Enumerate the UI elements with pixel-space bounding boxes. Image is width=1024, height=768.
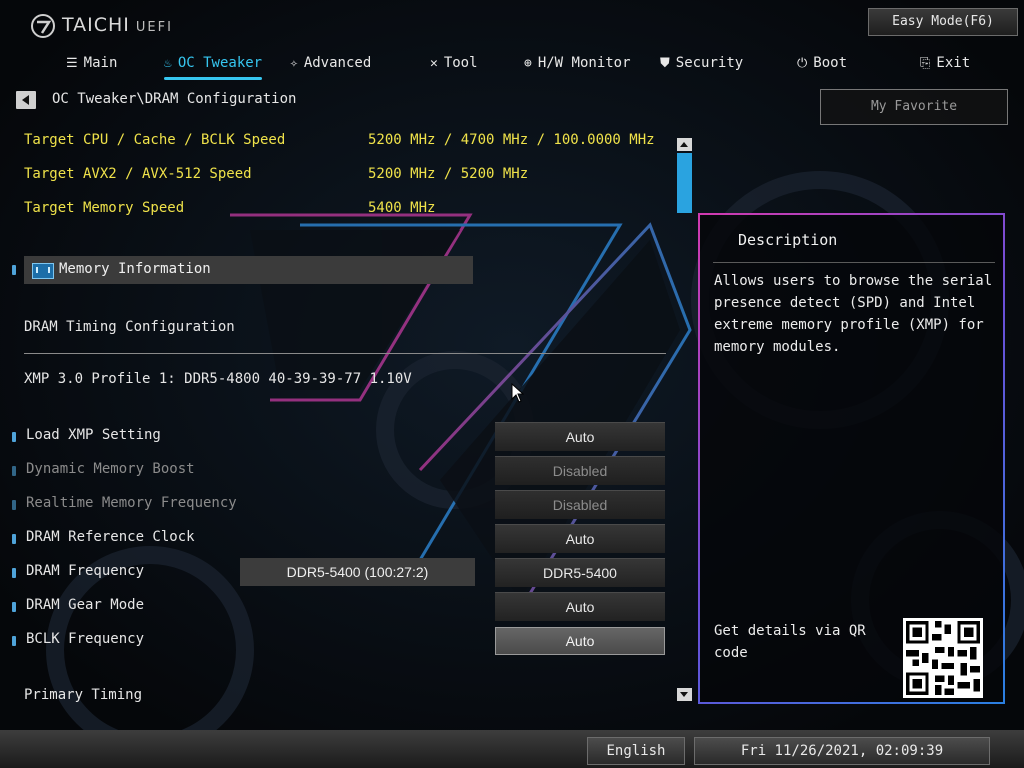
list-icon: ☰ bbox=[66, 55, 78, 71]
target-avx-value: 5200 MHz / 5200 MHz bbox=[368, 166, 529, 182]
item-bullet bbox=[12, 568, 16, 578]
item-bullet bbox=[12, 500, 16, 510]
tab-security[interactable]: ⛊ Security bbox=[660, 51, 743, 75]
tab-tool[interactable]: ✕ Tool bbox=[430, 51, 478, 75]
monitor-icon: ⊕ bbox=[524, 55, 532, 71]
memory-module-icon bbox=[32, 263, 54, 279]
shield-icon: ⛊ bbox=[660, 55, 670, 71]
target-memory-value: 5400 MHz bbox=[368, 200, 436, 216]
dram-timing-title: DRAM Timing Configuration bbox=[24, 319, 235, 335]
dynamic-memory-boost-label: Dynamic Memory Boost bbox=[26, 461, 195, 477]
scroll-up-arrow-icon[interactable] bbox=[677, 138, 692, 151]
bclk-frequency-dropdown[interactable]: Auto bbox=[495, 627, 665, 655]
primary-timing-header[interactable]: Primary Timing bbox=[24, 687, 142, 703]
dram-reference-clock-label: DRAM Reference Clock bbox=[26, 529, 195, 545]
power-icon: ⏻ bbox=[797, 55, 808, 71]
dram-reference-clock-dropdown[interactable]: Auto bbox=[495, 524, 665, 553]
star-icon: ✧ bbox=[290, 55, 298, 71]
dram-frequency-dropdown[interactable]: DDR5-5400 bbox=[495, 558, 665, 587]
item-bullet bbox=[12, 602, 16, 612]
mouse-cursor-icon bbox=[511, 383, 525, 403]
tab-oc-tweaker[interactable]: ♨ OC Tweaker bbox=[164, 51, 263, 80]
load-xmp-label: Load XMP Setting bbox=[26, 427, 161, 443]
qr-code-icon bbox=[903, 618, 983, 698]
brand-logo: TAICHI UEFI bbox=[62, 14, 173, 36]
easy-mode-button[interactable]: Easy Mode(F6) bbox=[868, 8, 1018, 36]
tab-oc-tweaker-label: OC Tweaker bbox=[177, 55, 263, 71]
target-cpu-label: Target CPU / Cache / BCLK Speed bbox=[24, 132, 286, 148]
memory-information-item[interactable]: Memory Information bbox=[24, 256, 473, 284]
qr-caption: Get details via QR code bbox=[714, 623, 866, 661]
tab-exit[interactable]: ⎘ Exit bbox=[920, 51, 970, 75]
language-button[interactable]: English bbox=[587, 737, 685, 765]
flame-icon: ♨ bbox=[164, 55, 172, 71]
bclk-frequency-label: BCLK Frequency bbox=[26, 631, 145, 647]
target-cpu-value: 5200 MHz / 4700 MHz / 100.0000 MHz bbox=[368, 132, 655, 148]
xmp-profile-text: XMP 3.0 Profile 1: DDR5-4800 40-39-39-77… bbox=[24, 371, 412, 387]
tools-icon: ✕ bbox=[430, 55, 438, 71]
divider bbox=[24, 353, 666, 354]
item-bullet bbox=[12, 636, 16, 646]
datetime-display[interactable]: Fri 11/26/2021, 02:09:39 bbox=[694, 737, 990, 765]
target-avx-label: Target AVX2 / AVX-512 Speed bbox=[24, 166, 252, 182]
scroll-down-arrow-icon[interactable] bbox=[677, 688, 692, 701]
exit-icon: ⎘ bbox=[920, 55, 931, 71]
memory-information-label: Memory Information bbox=[59, 261, 211, 277]
dram-gear-mode-dropdown[interactable]: Auto bbox=[495, 592, 665, 621]
taichi-logo-icon bbox=[31, 14, 55, 38]
my-favorite-button[interactable]: My Favorite bbox=[820, 89, 1008, 125]
load-xmp-dropdown[interactable]: Auto bbox=[495, 422, 665, 451]
tab-hw-monitor[interactable]: ⊕ H/W Monitor bbox=[524, 51, 631, 75]
item-bullet bbox=[12, 265, 16, 275]
tab-main[interactable]: ☰ Main bbox=[66, 51, 117, 75]
dram-frequency-current: DDR5-5400 (100:27:2) bbox=[240, 558, 475, 586]
item-bullet bbox=[12, 534, 16, 544]
back-button[interactable] bbox=[16, 91, 36, 109]
realtime-memory-frequency-dropdown[interactable]: Disabled bbox=[495, 490, 665, 519]
tab-advanced-label: Advanced bbox=[303, 55, 372, 71]
tab-tool-label: Tool bbox=[443, 55, 478, 71]
tab-main-label: Main bbox=[83, 55, 118, 71]
brand-name: TAICHI bbox=[62, 14, 130, 36]
description-divider bbox=[713, 262, 995, 263]
breadcrumb: OC Tweaker\DRAM Configuration bbox=[52, 91, 297, 107]
tab-advanced[interactable]: ✧ Advanced bbox=[290, 51, 371, 75]
tab-boot-label: Boot bbox=[813, 55, 848, 71]
dram-frequency-label: DRAM Frequency bbox=[26, 563, 145, 579]
dram-gear-mode-label: DRAM Gear Mode bbox=[26, 597, 145, 613]
description-text: Allows users to browse the serial presen… bbox=[714, 273, 993, 355]
item-bullet bbox=[12, 432, 16, 442]
scrollbar-thumb[interactable] bbox=[677, 153, 692, 213]
item-bullet bbox=[12, 466, 16, 476]
tab-boot[interactable]: ⏻ Boot bbox=[797, 51, 847, 75]
dynamic-memory-boost-dropdown[interactable]: Disabled bbox=[495, 456, 665, 485]
description-title: Description bbox=[738, 231, 838, 249]
brand-suffix: UEFI bbox=[135, 20, 173, 35]
tab-exit-label: Exit bbox=[936, 55, 971, 71]
tab-hw-monitor-label: H/W Monitor bbox=[537, 55, 631, 71]
target-memory-label: Target Memory Speed bbox=[24, 200, 185, 216]
realtime-memory-frequency-label: Realtime Memory Frequency bbox=[26, 495, 237, 511]
tab-security-label: Security bbox=[675, 55, 744, 71]
